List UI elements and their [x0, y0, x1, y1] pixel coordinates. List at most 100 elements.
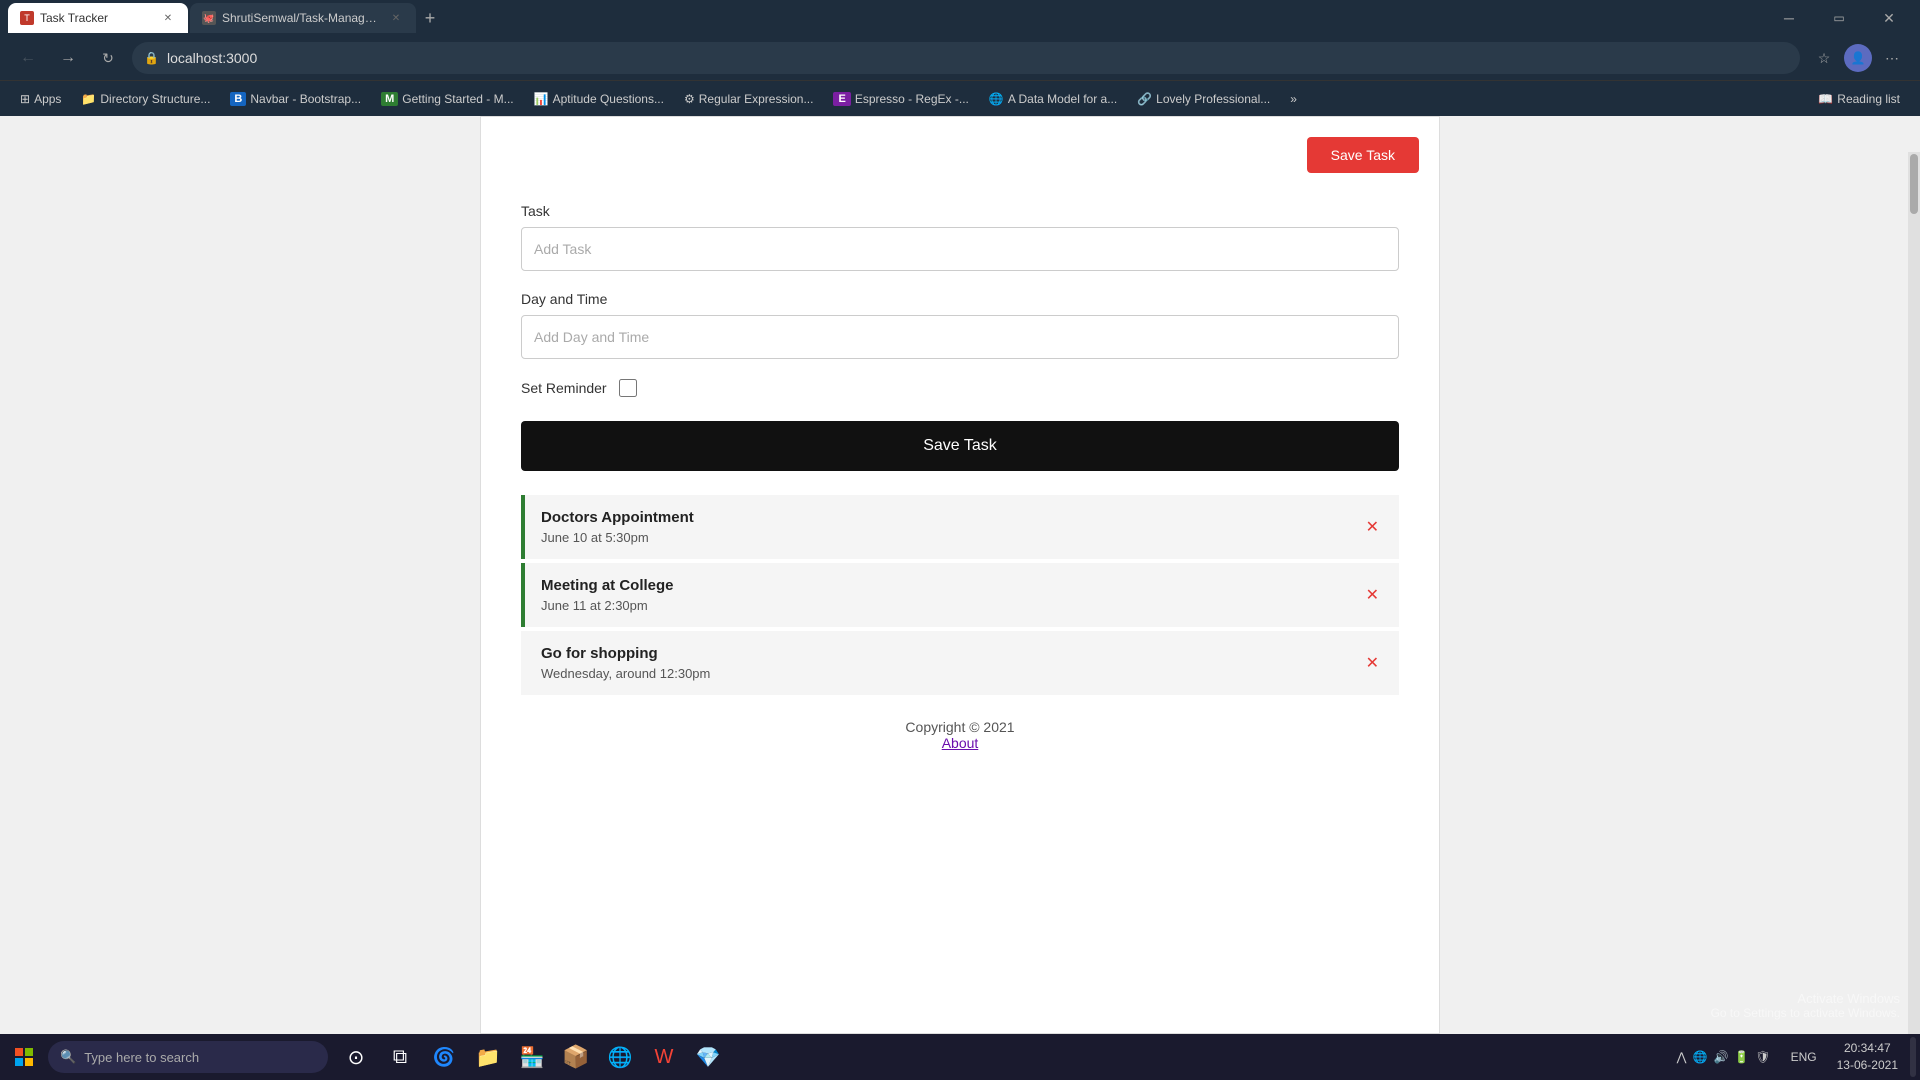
tab-favicon-task-manager: 🐙	[202, 11, 216, 25]
task-label: Task	[521, 203, 1399, 219]
tab-close-task-tracker[interactable]: ✕	[160, 10, 176, 26]
taskbar-explorer-icon[interactable]: 📁	[468, 1037, 508, 1077]
task-list: Doctors Appointment June 10 at 5:30pm ✕ …	[521, 495, 1399, 699]
bookmark-directory-icon: 📁	[81, 92, 96, 106]
bookmark-regex-icon: ⚙	[684, 92, 695, 106]
tab-close-task-manager[interactable]: ✕	[388, 10, 404, 26]
search-placeholder: Type here to search	[84, 1050, 199, 1065]
bookmark-data-model[interactable]: 🌐 A Data Model for a...	[981, 88, 1125, 110]
bookmarks-bar: ⊞ Apps 📁 Directory Structure... B Navbar…	[0, 80, 1920, 116]
taskbar-cortana-icon[interactable]: ⊙	[336, 1037, 376, 1077]
bookmark-apps[interactable]: ⊞ Apps	[12, 88, 69, 110]
apps-grid-icon: ⊞	[20, 92, 30, 106]
form-section: Task Day and Time Set Reminder Save Task…	[501, 193, 1419, 791]
about-link[interactable]: About	[942, 735, 979, 751]
forward-button[interactable]: →	[52, 42, 84, 74]
bookmark-getting-started-label: Getting Started - M...	[402, 92, 513, 106]
scrollbar[interactable]	[1908, 152, 1920, 1034]
task-delete-shopping[interactable]: ✕	[1362, 649, 1383, 677]
bookmark-data-model-icon: 🌐	[989, 92, 1004, 106]
taskbar-vscode-icon[interactable]: 💎	[688, 1037, 728, 1077]
bookmark-navbar-icon: B	[230, 92, 246, 106]
show-desktop-button[interactable]	[1910, 1037, 1916, 1077]
scrollbar-thumb	[1910, 154, 1918, 214]
tray-antivirus-icon[interactable]: 🛡	[1755, 1050, 1770, 1064]
taskbar-task-view-icon[interactable]: ⧉	[380, 1037, 420, 1077]
task-info-doctors: Doctors Appointment June 10 at 5:30pm	[541, 509, 1362, 545]
settings-icon[interactable]: ⋯	[1876, 42, 1908, 74]
task-info-meeting: Meeting at College June 11 at 2:30pm	[541, 577, 1362, 613]
profile-icon[interactable]: 👤	[1844, 44, 1872, 72]
tab-favicon-task-tracker: T	[20, 11, 34, 25]
url-bar[interactable]: 🔒 localhost:3000	[132, 42, 1800, 74]
clock-date: 13-06-2021	[1837, 1057, 1898, 1074]
bookmark-data-model-label: A Data Model for a...	[1008, 92, 1117, 106]
taskbar-search[interactable]: 🔍 Type here to search	[48, 1041, 328, 1073]
tray-speaker-icon[interactable]: 🔊	[1713, 1050, 1728, 1064]
taskbar-chrome-icon[interactable]: 🌐	[600, 1037, 640, 1077]
activate-windows-watermark: Activate Windows Go to Settings to activ…	[1711, 991, 1900, 1020]
title-bar: T Task Tracker ✕ 🐙 ShrutiSemwal/Task-Man…	[0, 0, 1920, 36]
clock[interactable]: 20:34:47 13-06-2021	[1829, 1040, 1906, 1074]
tab-bar: T Task Tracker ✕ 🐙 ShrutiSemwal/Task-Man…	[8, 0, 1766, 36]
bookmark-lovely[interactable]: 🔗 Lovely Professional...	[1129, 88, 1278, 110]
task-input[interactable]	[521, 227, 1399, 271]
taskbar-app1-icon[interactable]: 📦	[556, 1037, 596, 1077]
search-icon: 🔍	[60, 1049, 76, 1065]
footer: Copyright © 2021 About	[521, 699, 1399, 771]
bookmark-aptitude-icon: 📊	[534, 92, 549, 106]
task-title-doctors: Doctors Appointment	[541, 509, 1362, 526]
bookmark-getting-started-icon: M	[381, 92, 398, 106]
new-tab-button[interactable]: +	[416, 4, 444, 32]
content-area: Save Task Task Day and Time Set Reminder…	[0, 116, 1920, 1034]
save-task-button[interactable]: Save Task	[521, 421, 1399, 471]
bookmark-directory[interactable]: 📁 Directory Structure...	[73, 88, 218, 110]
bookmark-directory-label: Directory Structure...	[100, 92, 210, 106]
day-time-input[interactable]	[521, 315, 1399, 359]
bookmark-aptitude[interactable]: 📊 Aptitude Questions...	[526, 88, 672, 110]
add-task-top-button[interactable]: Save Task	[1307, 137, 1419, 173]
taskbar: 🔍 Type here to search ⊙ ⧉ 🌀 📁 🏪 📦 🌐 W 💎 …	[0, 1034, 1920, 1080]
task-form-group: Task	[521, 203, 1399, 271]
bookmark-star-icon[interactable]: ☆	[1808, 42, 1840, 74]
tab-task-manager[interactable]: 🐙 ShrutiSemwal/Task-Manager: A... ✕	[190, 3, 416, 33]
maximize-button[interactable]: ▭	[1816, 0, 1862, 36]
bookmark-getting-started[interactable]: M Getting Started - M...	[373, 88, 522, 110]
task-item-doctors: Doctors Appointment June 10 at 5:30pm ✕	[521, 495, 1399, 559]
bookmark-navbar[interactable]: B Navbar - Bootstrap...	[222, 88, 369, 110]
reminder-checkbox[interactable]	[619, 379, 637, 397]
task-delete-doctors[interactable]: ✕	[1362, 513, 1383, 541]
taskbar-word-icon[interactable]: W	[644, 1037, 684, 1077]
bookmark-apps-label: Apps	[34, 92, 61, 106]
browser-chrome: T Task Tracker ✕ 🐙 ShrutiSemwal/Task-Man…	[0, 0, 1920, 116]
bookmark-regex[interactable]: ⚙ Regular Expression...	[676, 88, 822, 110]
copyright-text: Copyright © 2021	[541, 719, 1379, 735]
taskbar-edge-icon[interactable]: 🌀	[424, 1037, 464, 1077]
bookmark-espresso[interactable]: E Espresso - RegEx -...	[825, 88, 976, 110]
address-bar: ← → ↻ 🔒 localhost:3000 ☆ 👤 ⋯	[0, 36, 1920, 80]
bookmark-lovely-label: Lovely Professional...	[1156, 92, 1270, 106]
tray-battery-icon[interactable]: 🔋	[1734, 1050, 1749, 1064]
reload-button[interactable]: ↻	[92, 42, 124, 74]
reading-list-button[interactable]: 📖 Reading list	[1810, 88, 1908, 110]
tray-network-icon[interactable]: 🌐	[1693, 1050, 1708, 1064]
back-button[interactable]: ←	[12, 42, 44, 74]
reading-list-label: Reading list	[1837, 92, 1900, 106]
bookmark-espresso-label: Espresso - RegEx -...	[855, 92, 969, 106]
tab-label-task-manager: ShrutiSemwal/Task-Manager: A...	[222, 11, 382, 25]
bookmarks-more-button[interactable]: »	[1282, 88, 1305, 110]
task-delete-meeting[interactable]: ✕	[1362, 581, 1383, 609]
app-container: Save Task Task Day and Time Set Reminder…	[480, 116, 1440, 1034]
minimize-button[interactable]: ─	[1766, 0, 1812, 36]
taskbar-store-icon[interactable]: 🏪	[512, 1037, 552, 1077]
language-indicator[interactable]: ENG	[1783, 1050, 1825, 1064]
clock-time: 20:34:47	[1844, 1040, 1891, 1057]
tab-task-tracker[interactable]: T Task Tracker ✕	[8, 3, 188, 33]
tray-up-arrow-icon[interactable]: ⋀	[1677, 1050, 1687, 1064]
task-title-shopping: Go for shopping	[541, 645, 1362, 662]
close-window-button[interactable]: ✕	[1866, 0, 1912, 36]
start-button[interactable]	[4, 1037, 44, 1077]
taskbar-right: ⋀ 🌐 🔊 🔋 🛡 ENG 20:34:47 13-06-2021	[1669, 1037, 1916, 1077]
activate-windows-subtitle: Go to Settings to activate Windows.	[1711, 1006, 1900, 1020]
task-info-shopping: Go for shopping Wednesday, around 12:30p…	[541, 645, 1362, 681]
